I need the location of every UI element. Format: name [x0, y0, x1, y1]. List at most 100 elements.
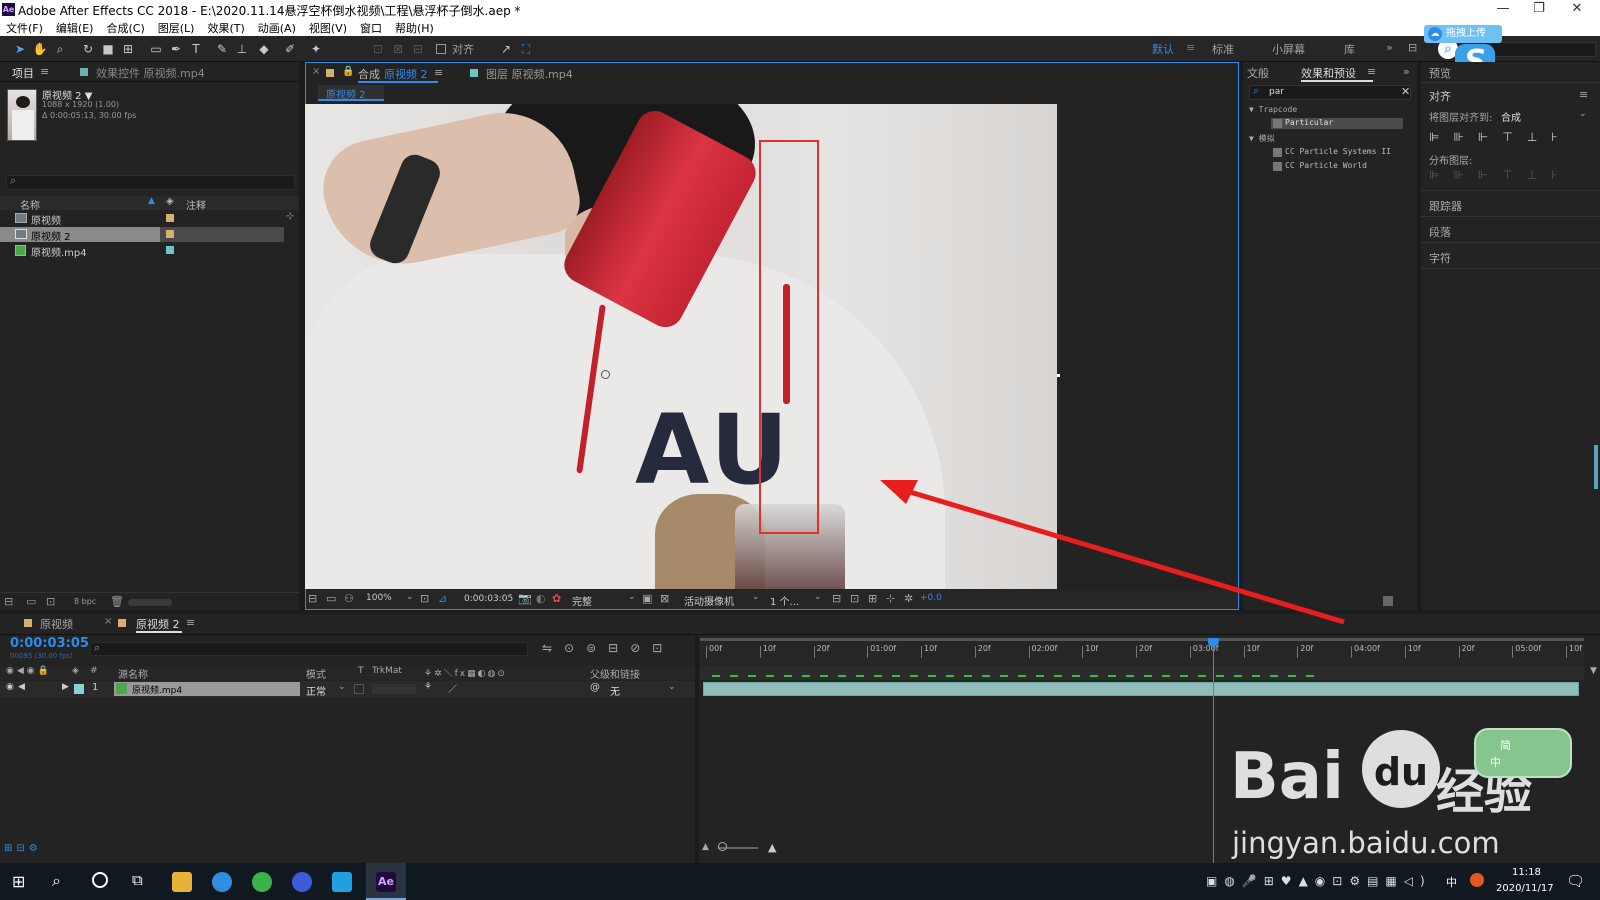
new-preset-icon[interactable]	[1383, 596, 1393, 606]
chevron-down-icon[interactable]: ⌄	[338, 682, 346, 692]
close-button[interactable]: ✕	[1562, 1, 1592, 16]
edge-browser-icon[interactable]	[212, 872, 232, 892]
clear-search-icon[interactable]: ✕	[1401, 85, 1410, 98]
fit-icon[interactable]: ⊡	[420, 592, 429, 605]
thumbnail-size-slider[interactable]	[128, 599, 172, 606]
fast-preview-icon[interactable]: ⊡	[850, 592, 859, 605]
menu-edit[interactable]: 编辑(E)	[50, 19, 101, 36]
align-buttons-row[interactable]: ⊫⊪⊩⊤⊥⊦	[1429, 130, 1572, 144]
timeline-menu-icon[interactable]: ≡	[186, 616, 195, 634]
clock-date[interactable]: 2020/11/17	[1496, 883, 1554, 894]
app-icon[interactable]	[332, 872, 352, 892]
shy-switch-icon[interactable]: ⚘	[424, 682, 432, 692]
trkmat-dropdown[interactable]	[372, 684, 416, 694]
flowchart-icon[interactable]: ⊹	[286, 211, 294, 222]
sort-ascending-icon[interactable]: ▲	[148, 196, 155, 206]
label-column-icon[interactable]: ◈	[166, 196, 174, 207]
parent-dropdown[interactable]: 无	[610, 683, 620, 698]
menu-window[interactable]: 窗口	[354, 19, 389, 36]
project-item-selected[interactable]: 原视频 2	[0, 227, 284, 243]
pan-behind-tool-icon[interactable]: ⊞	[120, 41, 136, 57]
eraser-tool-icon[interactable]: ◆	[256, 41, 272, 57]
views-dropdown[interactable]: 1 个...	[770, 593, 799, 608]
panel-character[interactable]: 字符	[1429, 250, 1451, 266]
new-composition-icon[interactable]: ⊡	[46, 595, 55, 608]
timeline-timecode[interactable]: 0:00:03:05	[10, 636, 89, 651]
vr-icon[interactable]: ▭	[326, 592, 336, 605]
panel-tracker[interactable]: 跟踪器	[1429, 198, 1462, 214]
restore-button[interactable]: ❐	[1524, 1, 1554, 16]
group-trapcode[interactable]: ▼ Trapcode	[1249, 105, 1297, 114]
pick-whip-icon[interactable]: @	[590, 682, 600, 693]
project-search-input[interactable]	[6, 175, 295, 190]
toggle-pixel-icon[interactable]: ⊟	[832, 592, 841, 605]
chevron-down-icon[interactable]: ⌄	[1579, 109, 1587, 119]
menu-animation[interactable]: 动画(A)	[252, 19, 303, 36]
column-source-name[interactable]: 源名称	[118, 666, 148, 681]
workspace-library[interactable]: 库	[1344, 41, 1355, 57]
resolution-dropdown[interactable]: 完整	[572, 593, 592, 608]
audio-icon[interactable]: ◀	[18, 682, 25, 692]
label-color-swatch[interactable]	[166, 246, 174, 254]
video-eye-icon[interactable]: ◉	[6, 682, 14, 692]
close-tab-icon[interactable]: ×	[312, 66, 320, 77]
project-item[interactable]: 原视频 ⊹	[0, 211, 299, 227]
viewer-timecode[interactable]: 0:00:03:05	[464, 594, 513, 604]
ime-chinese[interactable]: 中	[1490, 754, 1501, 770]
preserve-transparency-checkbox[interactable]	[354, 684, 364, 694]
brush-tool-icon[interactable]: ✎	[214, 41, 230, 57]
new-folder-icon[interactable]: ▭	[26, 595, 36, 608]
layer-handle[interactable]	[1057, 374, 1060, 377]
layer-name-field[interactable]: 原视频.mp4	[114, 682, 300, 696]
effect-cc-particle-systems[interactable]: CC Particle Systems II	[1271, 147, 1391, 156]
effect-cc-particle-world[interactable]: CC Particle World	[1271, 161, 1367, 170]
menu-file[interactable]: 文件(F)	[0, 19, 50, 36]
baidu-netdisk-icon[interactable]	[292, 872, 312, 892]
mask-view-icon[interactable]: ⚇	[344, 592, 354, 605]
effect-particular[interactable]: Particular	[1271, 118, 1403, 129]
sogou-tray-icon[interactable]	[1470, 873, 1484, 887]
interpret-footage-icon[interactable]: ⊟	[4, 595, 13, 608]
show-snapshot-icon[interactable]: ◐	[536, 592, 546, 605]
rectangle-tool-icon[interactable]: ▭	[148, 41, 164, 57]
camera-dropdown[interactable]: 活动摄像机	[684, 593, 734, 608]
chevron-down-icon[interactable]: ⌄	[628, 592, 636, 602]
align-to-dropdown[interactable]: 合成	[1501, 109, 1521, 124]
layer-mode-dropdown[interactable]: 正常	[306, 683, 326, 698]
windows-start-icon[interactable]: ⊞	[12, 872, 25, 891]
task-view-icon[interactable]: ⧉	[132, 871, 143, 889]
after-effects-icon[interactable]: Ae	[376, 872, 396, 892]
delete-icon[interactable]: 🗑	[110, 595, 124, 608]
more-workspaces-icon[interactable]: »	[1386, 41, 1393, 54]
label-color-swatch[interactable]	[166, 214, 174, 222]
group-simulation[interactable]: ▼ 模拟	[1249, 133, 1275, 144]
more-panels-icon[interactable]: »	[1403, 65, 1410, 83]
zoom-out-icon[interactable]: ▲	[702, 842, 709, 852]
menu-effect[interactable]: 效果(T)	[201, 19, 251, 36]
region-of-interest-icon[interactable]: ▣	[642, 592, 652, 605]
timeline-footer-icons[interactable]: ⊞⊟⚙	[4, 843, 42, 854]
menu-layer[interactable]: 图层(L)	[152, 19, 202, 36]
tab-text[interactable]: 文般	[1247, 65, 1269, 83]
workspace-default[interactable]: 默认	[1152, 41, 1174, 57]
time-ruler[interactable]: 00f 10f 20f 01:00f 10f 20f 02:00f 10f 20f 03:00f 1…	[700, 636, 1584, 666]
wechat-icon[interactable]	[252, 872, 272, 892]
timeline-tab-1[interactable]: 原视频	[40, 616, 73, 634]
snapshot-icon[interactable]: 📷	[518, 592, 532, 605]
project-item[interactable]: 原视频.mp4	[0, 243, 299, 259]
notification-icon[interactable]: 🗨	[1566, 872, 1585, 890]
column-parent[interactable]: 父级和链接	[590, 666, 640, 681]
file-explorer-icon[interactable]	[172, 872, 192, 892]
column-comment[interactable]: 注释	[186, 197, 206, 212]
ime-indicator[interactable]: 中	[1446, 874, 1457, 890]
roto-brush-tool-icon[interactable]: ✐	[282, 41, 298, 57]
label-color-swatch[interactable]	[166, 230, 174, 238]
expand-arrow-icon[interactable]: ▶	[62, 682, 69, 692]
column-trkmat[interactable]: TrkMat	[372, 666, 402, 676]
comp-breadcrumb[interactable]: 原视频 2	[318, 85, 384, 101]
type-tool-icon[interactable]: T	[188, 41, 204, 57]
zoom-dropdown[interactable]: 100%	[366, 593, 392, 603]
camera-tool-icon[interactable]: ■	[100, 41, 116, 57]
work-area-bar[interactable]	[700, 638, 1584, 641]
ime-floating-widget[interactable]: 简 中	[1474, 728, 1572, 778]
